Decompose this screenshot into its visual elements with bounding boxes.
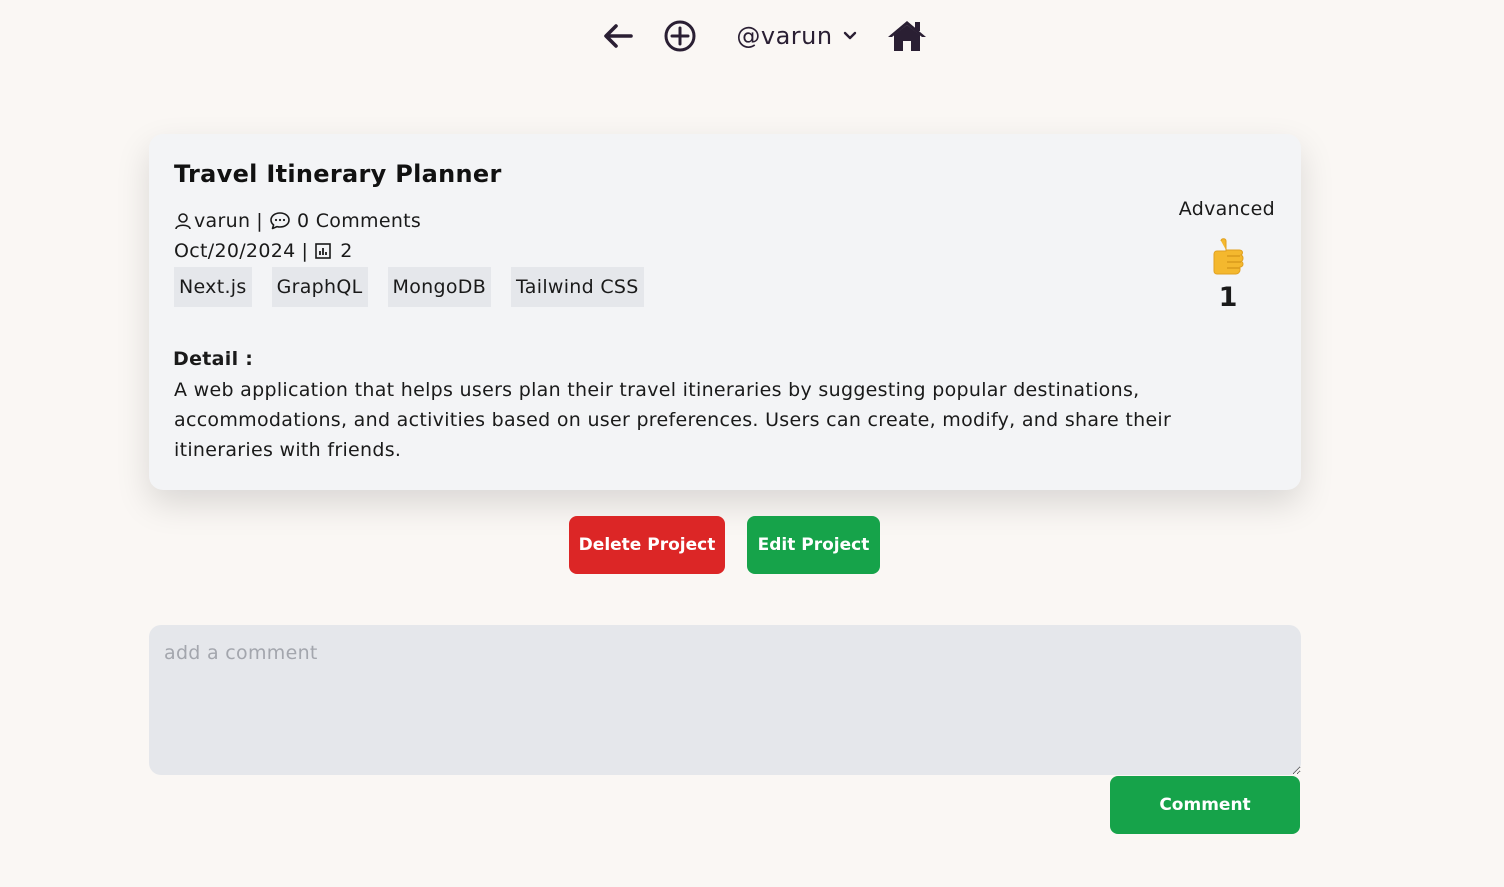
tech-tags: Next.js GraphQL MongoDB Tailwind CSS xyxy=(174,267,664,307)
project-title: Travel Itinerary Planner xyxy=(174,160,502,188)
tag: GraphQL xyxy=(271,267,368,307)
detail-text: A web application that helps users plan … xyxy=(174,379,1172,461)
like-button[interactable] xyxy=(1209,236,1247,280)
arrow-left-icon[interactable] xyxy=(600,16,636,56)
view-count: 2 xyxy=(340,240,353,262)
username-label: @varun xyxy=(736,22,833,50)
user-icon xyxy=(174,212,192,230)
chart-icon xyxy=(314,242,332,260)
comment-input[interactable] xyxy=(149,625,1301,775)
comment-icon xyxy=(269,211,291,231)
tag: Next.js xyxy=(174,267,252,307)
user-menu-dropdown[interactable]: @varun xyxy=(736,22,856,50)
tag: Tailwind CSS xyxy=(511,267,644,307)
tag: MongoDB xyxy=(387,267,492,307)
difficulty-level: Advanced xyxy=(1178,198,1275,220)
separator: | xyxy=(256,210,263,232)
edit-project-button[interactable]: Edit Project xyxy=(747,516,880,574)
project-meta-date: Oct/20/2024 | 2 xyxy=(174,240,353,262)
delete-project-button[interactable]: Delete Project xyxy=(569,516,725,574)
project-card: Travel Itinerary Planner varun | 0 Comme… xyxy=(149,134,1301,490)
separator: | xyxy=(301,240,309,262)
project-date: Oct/20/2024 xyxy=(174,240,296,262)
thumbs-up-icon xyxy=(1211,236,1245,280)
comment-submit-button[interactable]: Comment xyxy=(1110,776,1300,834)
detail-heading: Detail : xyxy=(173,348,254,370)
project-meta-author: varun | 0 Comments xyxy=(174,210,421,232)
like-count: 1 xyxy=(1218,282,1238,313)
home-icon[interactable] xyxy=(887,16,927,56)
chevron-down-icon xyxy=(843,31,857,41)
author-name[interactable]: varun xyxy=(194,210,250,232)
top-navigation: @varun xyxy=(0,14,1504,58)
plus-circle-icon[interactable] xyxy=(662,16,698,56)
comment-count: 0 Comments xyxy=(297,210,422,232)
